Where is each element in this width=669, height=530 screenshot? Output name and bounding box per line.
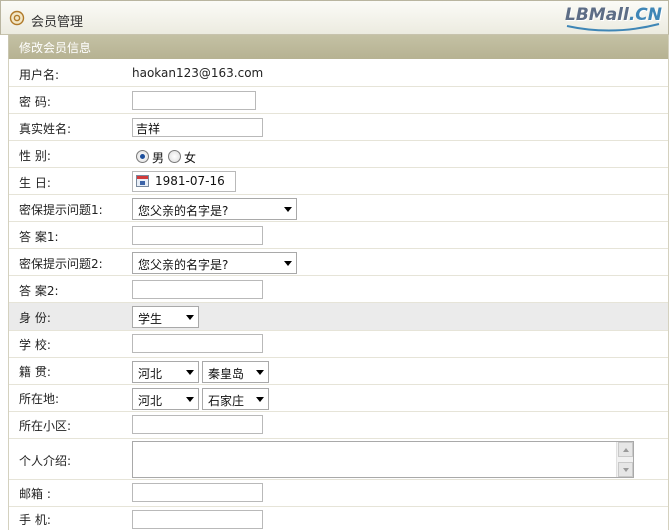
identity-label: 身 份:	[19, 311, 51, 325]
location-label: 所在地:	[19, 392, 60, 406]
identity-value: 学生	[138, 312, 163, 326]
school-label: 学 校:	[19, 338, 51, 352]
question2-value: 您父亲的名字是?	[138, 258, 229, 272]
birthday-field[interactable]: 1981-07-16	[132, 171, 236, 192]
row-realname: 真实姓名: 吉祥	[9, 114, 668, 141]
answer1-label: 答 案1:	[19, 230, 59, 244]
gender-female-radio[interactable]	[168, 150, 181, 163]
gender-female-label: 女	[184, 151, 197, 165]
community-label: 所在小区:	[19, 419, 72, 433]
native-place-label: 籍 贯:	[19, 365, 51, 379]
intro-scrollbar[interactable]	[616, 442, 633, 477]
chevron-down-icon	[186, 370, 194, 375]
chevron-down-icon	[284, 207, 292, 212]
answer1-field[interactable]	[132, 226, 263, 245]
row-location: 所在地: 河北 石家庄	[9, 385, 668, 412]
school-field[interactable]	[132, 334, 263, 353]
location-city-value: 石家庄	[208, 394, 245, 408]
chevron-down-icon	[284, 261, 292, 266]
row-identity: 身 份: 学生	[9, 303, 668, 331]
password-field[interactable]	[132, 91, 256, 110]
question1-select[interactable]: 您父亲的名字是?	[132, 198, 297, 220]
row-question2: 密保提示问题2: 您父亲的名字是?	[9, 249, 668, 276]
location-province-select[interactable]: 河北	[132, 388, 199, 410]
calendar-icon[interactable]	[136, 175, 149, 187]
row-community: 所在小区:	[9, 412, 668, 439]
native-city-value: 秦皇岛	[208, 367, 245, 381]
gender-label: 性 别:	[19, 149, 51, 163]
row-username: 用户名: haokan123@163.com	[9, 59, 668, 87]
gender-male-radio[interactable]	[136, 150, 149, 163]
native-province-value: 河北	[138, 367, 163, 381]
question1-value: 您父亲的名字是?	[138, 204, 229, 218]
mobile-field[interactable]	[132, 510, 263, 529]
row-answer2: 答 案2:	[9, 276, 668, 303]
row-native-place: 籍 贯: 河北 秦皇岛	[9, 358, 668, 385]
realname-label: 真实姓名:	[19, 122, 72, 136]
row-birthday: 生 日: 1981-07-16	[9, 168, 668, 195]
question2-label: 密保提示问题2:	[19, 257, 103, 271]
scroll-down-icon[interactable]	[618, 462, 633, 477]
row-answer1: 答 案1:	[9, 222, 668, 249]
intro-textarea[interactable]	[132, 441, 634, 478]
gear-icon	[9, 10, 25, 26]
section-header: 修改会员信息	[8, 35, 669, 59]
row-email: 邮箱 :	[9, 480, 668, 507]
identity-select[interactable]: 学生	[132, 306, 199, 328]
intro-label: 个人介绍:	[19, 454, 72, 468]
row-password: 密 码:	[9, 87, 668, 114]
birthday-value: 1981-07-16	[155, 174, 225, 188]
row-gender: 性 别: 男 女	[9, 141, 668, 168]
chevron-down-icon	[186, 397, 194, 402]
row-question1: 密保提示问题1: 您父亲的名字是?	[9, 195, 668, 222]
birthday-label: 生 日:	[19, 176, 51, 190]
realname-field[interactable]: 吉祥	[132, 118, 263, 137]
chevron-down-icon	[256, 370, 264, 375]
username-value: haokan123@163.com	[132, 66, 264, 80]
email-label: 邮箱 :	[19, 487, 51, 501]
row-school: 学 校:	[9, 331, 668, 358]
logo-swoosh-icon	[566, 23, 660, 32]
question2-select[interactable]: 您父亲的名字是?	[132, 252, 297, 274]
username-label: 用户名:	[19, 68, 60, 82]
email-field[interactable]	[132, 483, 263, 502]
section-title: 修改会员信息	[19, 41, 92, 55]
chevron-down-icon	[186, 315, 194, 320]
row-intro: 个人介绍:	[9, 439, 668, 480]
row-mobile: 手 机:	[9, 507, 668, 530]
page-title: 会员管理	[31, 15, 84, 30]
answer2-field[interactable]	[132, 280, 263, 299]
scroll-up-icon[interactable]	[618, 442, 633, 457]
community-field[interactable]	[132, 415, 263, 434]
location-province-value: 河北	[138, 394, 163, 408]
chevron-down-icon	[256, 397, 264, 402]
native-province-select[interactable]: 河北	[132, 361, 199, 383]
answer2-label: 答 案2:	[19, 284, 59, 298]
password-label: 密 码:	[19, 95, 51, 109]
question1-label: 密保提示问题1:	[19, 203, 103, 217]
native-city-select[interactable]: 秦皇岛	[202, 361, 269, 383]
location-city-select[interactable]: 石家庄	[202, 388, 269, 410]
mobile-label: 手 机:	[19, 513, 51, 527]
gender-male-label: 男	[152, 151, 165, 165]
